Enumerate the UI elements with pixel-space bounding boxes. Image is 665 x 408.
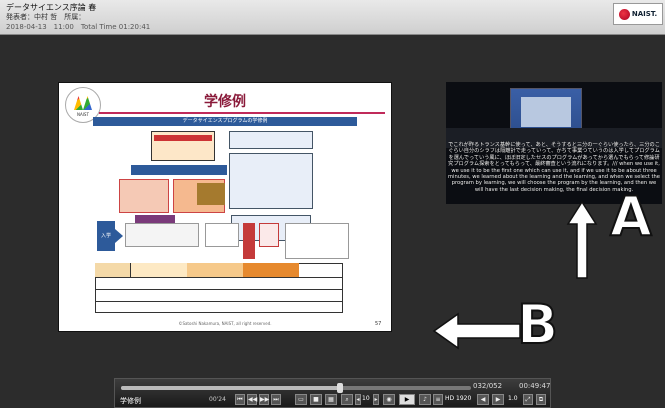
- naist-logo: NAIST.: [613, 3, 663, 25]
- zoom-down-button[interactable]: ◂: [355, 394, 361, 405]
- annotation-label-a: A: [609, 185, 653, 248]
- rewind-button[interactable]: ◀◀: [247, 394, 257, 405]
- course-table-head-cell: [95, 263, 131, 277]
- slide-title-rule: [99, 112, 385, 114]
- diagram-box-basic-header: [154, 135, 212, 141]
- seek-bar-progress: [121, 386, 339, 390]
- diagram-red-box: [259, 223, 279, 247]
- annotation-arrow-up-icon: [566, 200, 598, 279]
- naist-logo-text: NAIST.: [631, 10, 658, 18]
- naist-logo-mark-icon: [618, 8, 630, 20]
- zoom-search-icon[interactable]: ⌕: [341, 394, 353, 405]
- annotation-label-b: B: [516, 293, 559, 356]
- enter-arrow: 入学: [97, 221, 115, 251]
- diagram-box-pbl-1: [119, 179, 169, 213]
- camera-button[interactable]: ◉: [383, 394, 395, 405]
- diagram-bar-research: [131, 165, 227, 175]
- course-table-col-c: [243, 263, 299, 277]
- diagram-support-list: [285, 223, 349, 259]
- lecture-datetime: 2018-04-13 11:00 Total Time 01:20:41: [6, 23, 151, 31]
- enter-arrow-head-icon: [115, 229, 123, 243]
- title-bar: データサイエンス序論 春 発表者：中村 哲 所属： 2018-04-13 11:…: [0, 0, 665, 35]
- seek-knob[interactable]: [337, 383, 343, 393]
- slide-counter: 032/052: [473, 382, 503, 390]
- course-table-rule-3: [95, 301, 343, 302]
- playback-speed[interactable]: 1.0: [508, 395, 518, 402]
- slide-panel[interactable]: NAIST 学修例 データサイエンスプログラムの学修例 入学 ©Satoshi …: [58, 82, 392, 332]
- last-slide-button[interactable]: ⏭: [271, 394, 281, 405]
- grid-view-button[interactable]: ▦: [325, 394, 337, 405]
- play-button[interactable]: ▶: [399, 394, 415, 405]
- slide-page-number: 57: [375, 321, 382, 327]
- fullscreen-button[interactable]: ⤢: [523, 394, 533, 405]
- playback-control-bar: 032/052 00:49:47 学修例 00'24 ⏮ ◀◀ ▶▶ ⏭ ▭ ■…: [114, 378, 551, 408]
- presenter-info: 発表者：中村 哲 所属：: [6, 13, 86, 21]
- fast-forward-button[interactable]: ▶▶: [259, 394, 269, 405]
- current-time: 00'24: [209, 396, 226, 403]
- course-table-col-a: [131, 263, 187, 277]
- diagram-course-list-2: [205, 223, 239, 247]
- diagram-box-right-list: [229, 153, 313, 209]
- first-slide-button[interactable]: ⏮: [235, 394, 245, 405]
- slide-subtitle: データサイエンスプログラムの学修例: [93, 117, 357, 126]
- annotation-arrow-left-icon: [432, 312, 521, 350]
- zoom-value: 10: [362, 395, 370, 402]
- caption-toggle-button[interactable]: ≡: [433, 394, 443, 405]
- diagram-box-right-top: [229, 131, 313, 149]
- slide-logo-text: NAIST: [77, 112, 89, 117]
- diagram-course-list: [125, 223, 199, 247]
- total-time: 00:49:47: [519, 382, 551, 390]
- slide-title: 学修例: [204, 94, 246, 110]
- course-table-rule-2: [95, 289, 343, 290]
- diagram-box-project: [197, 183, 225, 205]
- volume-icon[interactable]: ♪: [419, 394, 431, 405]
- screen-layout-button[interactable]: ▭: [295, 394, 307, 405]
- forward-button[interactable]: ▶: [492, 394, 504, 405]
- slide-copyright: ©Satoshi Nakamura, NAIST, all right rese…: [178, 321, 272, 326]
- current-slide-label: 学修例: [120, 397, 141, 405]
- seek-bar[interactable]: [121, 383, 471, 393]
- course-table-rule-1: [95, 277, 343, 278]
- course-table-col-b: [187, 263, 243, 277]
- stop-button[interactable]: ■: [310, 394, 322, 405]
- popout-button[interactable]: ⧉: [536, 394, 546, 405]
- diagram-red-vertical: [243, 223, 255, 259]
- video-projected-slide: [521, 97, 571, 127]
- back-button[interactable]: ◀: [477, 394, 489, 405]
- resolution-selector[interactable]: HD 1920: [445, 395, 471, 402]
- zoom-up-button[interactable]: ▸: [373, 394, 379, 405]
